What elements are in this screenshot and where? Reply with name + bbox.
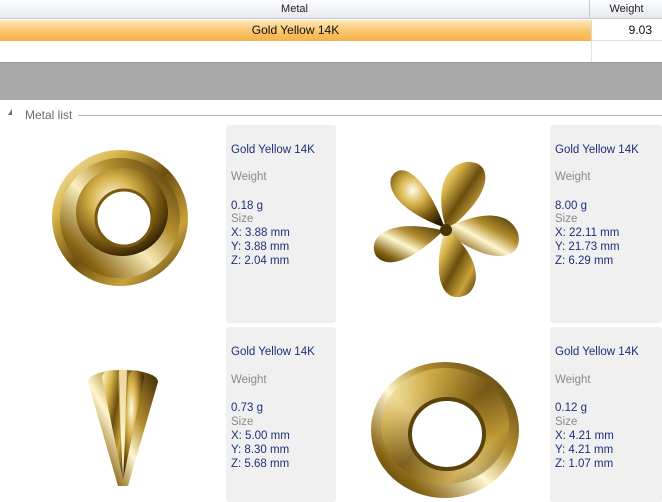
item-weight: 0.12 g	[555, 402, 587, 414]
item-image[interactable]	[84, 362, 162, 490]
item-info-card: Gold Yellow 14K Weight 0.18 g Size X: 3.…	[226, 125, 336, 323]
group-title: Metal list	[25, 108, 73, 122]
item-weight: 8.00 g	[555, 200, 587, 212]
metal-grid: Metal Weight Gold Yellow 14K 9.03	[0, 0, 662, 62]
item-image[interactable]	[368, 156, 524, 298]
item-size-z: Z: 2.04 mm	[231, 255, 290, 267]
weight-label: Weight	[555, 171, 591, 183]
item-metal: Gold Yellow 14K	[555, 346, 639, 358]
item-size-x: X: 3.88 mm	[231, 227, 290, 239]
item-size-x: X: 4.21 mm	[555, 430, 614, 442]
weight-label: Weight	[231, 171, 267, 183]
cell-metal[interactable]: Gold Yellow 14K	[0, 20, 591, 41]
grid-empty-row	[0, 41, 662, 62]
divider	[78, 115, 662, 116]
item-image[interactable]	[368, 356, 522, 500]
item-size-y: Y: 3.88 mm	[231, 241, 290, 253]
item-metal: Gold Yellow 14K	[555, 144, 639, 156]
cell-weight[interactable]: 9.03	[591, 20, 662, 41]
item-metal: Gold Yellow 14K	[231, 144, 315, 156]
item-size-y: Y: 21.73 mm	[555, 241, 620, 253]
bead-ring-icon	[52, 150, 188, 286]
size-label: Size	[555, 416, 578, 428]
jump-ring-icon	[371, 362, 519, 498]
grid-header: Metal Weight	[0, 0, 662, 19]
item-size-x: X: 5.00 mm	[231, 430, 290, 442]
item-info-card: Gold Yellow 14K Weight 8.00 g Size X: 22…	[550, 125, 662, 323]
size-label: Size	[231, 416, 254, 428]
item-info-card: Gold Yellow 14K Weight 0.73 g Size X: 5.…	[226, 327, 336, 502]
weight-label: Weight	[231, 374, 267, 386]
item-size-z: Z: 1.07 mm	[555, 458, 614, 470]
size-label: Size	[555, 213, 578, 225]
column-header-metal[interactable]: Metal	[0, 0, 590, 19]
table-row[interactable]: Gold Yellow 14K 9.03	[0, 20, 662, 41]
metal-list-group-header[interactable]: Metal list	[0, 104, 662, 124]
item-weight: 0.18 g	[231, 200, 263, 212]
size-label: Size	[231, 213, 254, 225]
weight-label: Weight	[555, 374, 591, 386]
flower-icon	[373, 161, 519, 298]
item-info-card: Gold Yellow 14K Weight 0.12 g Size X: 4.…	[550, 327, 662, 502]
item-weight: 0.73 g	[231, 402, 263, 414]
bail-cap-icon	[88, 367, 158, 486]
grid-empty-area	[0, 62, 662, 100]
item-size-y: Y: 8.30 mm	[231, 444, 290, 456]
collapse-arrow-icon[interactable]	[8, 109, 12, 115]
item-size-x: X: 22.11 mm	[555, 227, 620, 239]
item-size-z: Z: 5.68 mm	[231, 458, 290, 470]
item-metal: Gold Yellow 14K	[231, 346, 315, 358]
item-size-z: Z: 6.29 mm	[555, 255, 614, 267]
item-image[interactable]	[48, 146, 193, 292]
column-header-weight[interactable]: Weight	[591, 0, 662, 19]
item-size-y: Y: 4.21 mm	[555, 444, 614, 456]
